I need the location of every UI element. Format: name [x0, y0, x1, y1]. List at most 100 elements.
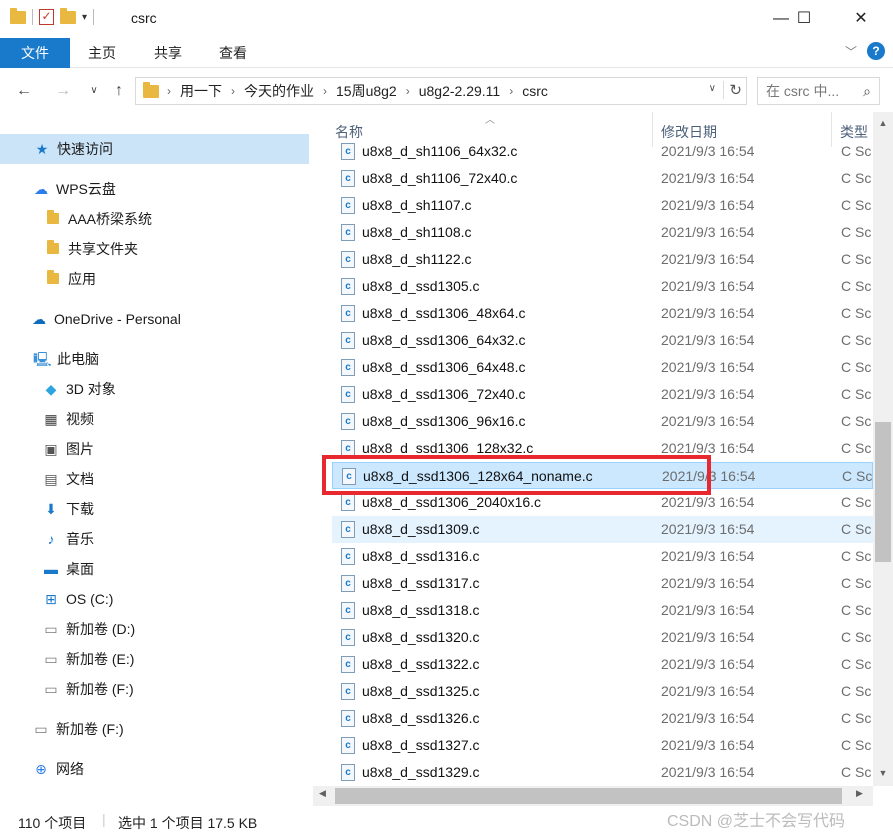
- breadcrumb-item[interactable]: u8g2-2.29.11: [419, 83, 500, 99]
- file-date: 2021/9/3 16:54: [661, 494, 755, 510]
- c-source-file-icon: c: [341, 548, 355, 565]
- file-date: 2021/9/3 16:54: [661, 683, 755, 699]
- breadcrumb-item[interactable]: 用一下: [180, 81, 222, 101]
- nav-drive-f-root[interactable]: ▭ 新加卷 (F:): [32, 714, 123, 744]
- maximize-button[interactable]: ☐: [781, 0, 827, 38]
- computer-icon: 🖳: [33, 351, 52, 367]
- file-type: C Sc: [841, 629, 872, 645]
- file-name: u8x8_d_ssd1329.c: [362, 764, 480, 780]
- breadcrumb-item[interactable]: 今天的作业: [244, 81, 314, 101]
- scroll-up-icon[interactable]: ▲: [873, 118, 893, 128]
- drive-icon: ▭: [34, 721, 48, 737]
- file-row[interactable]: c u8x8_d_sh1108.c 2021/9/3 16:54 C Sc: [332, 219, 873, 246]
- nav-documents[interactable]: ▤ 文档: [42, 464, 94, 494]
- tab-home[interactable]: 主页: [82, 38, 122, 68]
- address-bar[interactable]: › 用一下 › 今天的作业 › 15周u8g2 › u8g2-2.29.11 ›…: [135, 77, 747, 105]
- c-source-file-icon: c: [341, 224, 355, 241]
- tab-view[interactable]: 查看: [213, 38, 253, 68]
- breadcrumb-item[interactable]: csrc: [522, 83, 548, 99]
- file-row[interactable]: c u8x8_d_ssd1306_64x48.c 2021/9/3 16:54 C S…: [332, 354, 873, 381]
- file-name: u8x8_d_ssd1325.c: [362, 683, 480, 699]
- c-source-file-icon: c: [341, 602, 355, 619]
- file-row[interactable]: c u8x8_d_ssd1316.c 2021/9/3 16:54 C Sc: [332, 543, 873, 570]
- nav-3d-objects[interactable]: ◆ 3D 对象: [42, 374, 116, 404]
- expand-ribbon-icon[interactable]: ﹀: [845, 43, 857, 60]
- scroll-right-icon[interactable]: ▶: [856, 788, 863, 799]
- file-type: C Sc: [841, 386, 872, 402]
- file-row[interactable]: c u8x8_d_ssd1305.c 2021/9/3 16:54 C Sc: [332, 273, 873, 300]
- search-input[interactable]: 在 csrc 中... ⌕: [757, 77, 880, 105]
- properties-icon[interactable]: ✓: [39, 9, 54, 25]
- recent-locations-icon[interactable]: ∨: [83, 78, 105, 104]
- nav-wps-item[interactable]: 应用: [44, 264, 96, 294]
- address-history-icon[interactable]: ∨: [709, 83, 716, 94]
- nav-this-pc[interactable]: 🖳 此电脑: [33, 344, 99, 374]
- c-source-file-icon: c: [341, 251, 355, 268]
- nav-drive-e[interactable]: ▭ 新加卷 (E:): [42, 644, 134, 674]
- breadcrumb-item[interactable]: 15周u8g2: [336, 81, 397, 101]
- file-row[interactable]: c u8x8_d_ssd1306_48x64.c 2021/9/3 16:54 C S…: [332, 300, 873, 327]
- vertical-scrollbar[interactable]: ▲ ▼: [873, 112, 893, 786]
- folder-icon: [44, 270, 62, 287]
- refresh-icon[interactable]: ↻: [723, 81, 742, 99]
- file-row[interactable]: c u8x8_d_ssd1329.c 2021/9/3 16:54 C Sc: [332, 759, 873, 786]
- file-row[interactable]: c u8x8_d_ssd1327.c 2021/9/3 16:54 C Sc: [332, 732, 873, 759]
- drive-icon: ▭: [44, 621, 58, 637]
- close-button[interactable]: ✕: [838, 0, 884, 38]
- nav-pictures[interactable]: ▣ 图片: [42, 434, 94, 464]
- help-icon[interactable]: ?: [867, 42, 885, 60]
- file-row[interactable]: c u8x8_d_ssd1326.c 2021/9/3 16:54 C Sc: [332, 705, 873, 732]
- file-row[interactable]: c u8x8_d_ssd1306_72x40.c 2021/9/3 16:54 C S…: [332, 381, 873, 408]
- nav-downloads[interactable]: ⬇ 下载: [42, 494, 94, 524]
- file-row[interactable]: c u8x8_d_ssd1325.c 2021/9/3 16:54 C Sc: [332, 678, 873, 705]
- file-name: u8x8_d_sh1108.c: [362, 224, 472, 240]
- file-type: C Sc: [841, 305, 872, 321]
- file-name: u8x8_d_ssd1306_96x16.c: [362, 413, 526, 429]
- nav-music[interactable]: ♪ 音乐: [42, 524, 95, 554]
- file-row[interactable]: c u8x8_d_sh1122.c 2021/9/3 16:54 C Sc: [332, 246, 873, 273]
- tab-file[interactable]: 文件: [0, 38, 70, 68]
- file-date: 2021/9/3 16:54: [661, 656, 755, 672]
- file-list: ︿ 名称 修改日期 类型 c u8x8_d_sh1106_64x32.c 2021/…: [313, 112, 873, 786]
- nav-network[interactable]: ⊕ 网络: [32, 754, 84, 784]
- nav-drive-f[interactable]: ▭ 新加卷 (F:): [42, 674, 133, 704]
- file-date: 2021/9/3 16:54: [661, 629, 755, 645]
- nav-onedrive[interactable]: ☁ OneDrive - Personal: [30, 304, 181, 334]
- nav-videos[interactable]: ▦ 视频: [42, 404, 94, 434]
- scroll-left-icon[interactable]: ◀: [319, 788, 326, 799]
- file-row[interactable]: c u8x8_d_ssd1309.c 2021/9/3 16:54 C Sc: [332, 516, 873, 543]
- nav-drive-d[interactable]: ▭ 新加卷 (D:): [42, 614, 135, 644]
- file-date: 2021/9/3 16:54: [661, 386, 755, 402]
- back-arrow-icon[interactable]: ←: [13, 78, 35, 104]
- file-row[interactable]: c u8x8_d_ssd1306_96x16.c 2021/9/3 16:54 C S…: [332, 408, 873, 435]
- file-row[interactable]: c u8x8_d_ssd1322.c 2021/9/3 16:54 C Sc: [332, 651, 873, 678]
- file-date: 2021/9/3 16:54: [661, 278, 755, 294]
- up-arrow-icon[interactable]: ↑: [108, 78, 130, 104]
- file-row[interactable]: c u8x8_d_sh1106_72x40.c 2021/9/3 16:54 C Sc: [332, 165, 873, 192]
- file-name: u8x8_d_sh1106_72x40.c: [362, 170, 518, 186]
- nav-drive-c[interactable]: ⊞ OS (C:): [42, 584, 113, 614]
- file-type: C Sc: [841, 224, 872, 240]
- file-row[interactable]: c u8x8_d_ssd1306_64x32.c 2021/9/3 16:54 C S…: [332, 327, 873, 354]
- file-row[interactable]: c u8x8_d_ssd1317.c 2021/9/3 16:54 C Sc: [332, 570, 873, 597]
- nav-wps-cloud[interactable]: ☁ WPS云盘: [32, 174, 116, 204]
- file-row[interactable]: c u8x8_d_ssd1318.c 2021/9/3 16:54 C Sc: [332, 597, 873, 624]
- nav-wps-item[interactable]: AAA桥梁系统: [44, 204, 152, 234]
- folder-icon[interactable]: [10, 7, 26, 24]
- scroll-thumb[interactable]: [335, 788, 842, 804]
- music-icon: ♪: [47, 531, 55, 547]
- scroll-thumb[interactable]: [875, 422, 891, 562]
- customize-toolbar-icon[interactable]: ▾: [82, 12, 87, 23]
- forward-arrow-icon[interactable]: →: [52, 78, 74, 104]
- nav-quick-access[interactable]: ★ 快速访问: [33, 134, 113, 164]
- file-row[interactable]: c u8x8_d_sh1106_64x32.c 2021/9/3 16:54 C Sc: [332, 138, 873, 165]
- tab-share[interactable]: 共享: [148, 38, 188, 68]
- horizontal-scrollbar[interactable]: ◀ ▶: [313, 786, 873, 806]
- new-folder-icon[interactable]: [60, 7, 76, 24]
- scroll-down-icon[interactable]: ▼: [873, 768, 893, 778]
- file-name: u8x8_d_sh1107.c: [362, 197, 472, 213]
- nav-wps-item[interactable]: 共享文件夹: [44, 234, 138, 264]
- file-row[interactable]: c u8x8_d_ssd1320.c 2021/9/3 16:54 C Sc: [332, 624, 873, 651]
- nav-desktop[interactable]: ▬ 桌面: [42, 554, 94, 584]
- file-row[interactable]: c u8x8_d_sh1107.c 2021/9/3 16:54 C Sc: [332, 192, 873, 219]
